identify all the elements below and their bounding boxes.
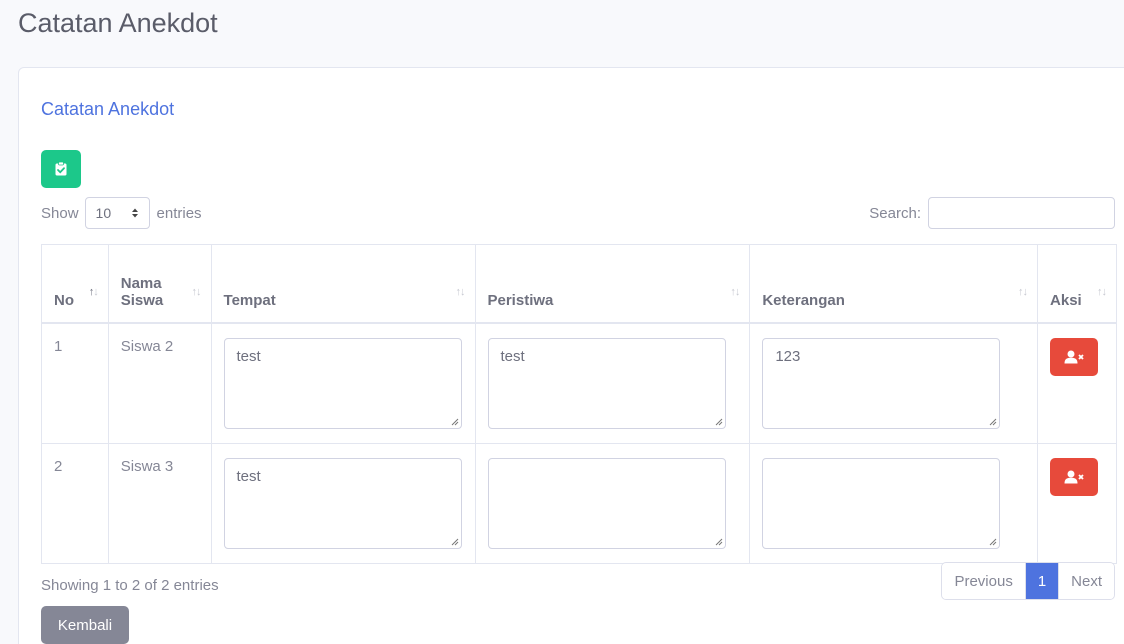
column-header-no[interactable]: No ↑↓	[41, 244, 109, 324]
user-times-icon	[1064, 470, 1084, 483]
peristiwa-textarea[interactable]: test	[487, 337, 726, 429]
tempat-value: test	[236, 347, 261, 365]
peristiwa-value: test	[500, 347, 525, 365]
user-times-icon	[1064, 350, 1084, 363]
delete-button[interactable]	[1050, 337, 1099, 376]
pagination-next[interactable]: Next	[1058, 563, 1114, 599]
keterangan-value: 123	[775, 347, 801, 365]
header-label-no: No	[54, 291, 74, 309]
cell-tempat: test	[210, 442, 476, 564]
pagination: Previous 1 Next	[941, 562, 1115, 600]
resize-grip-icon[interactable]	[451, 538, 459, 546]
cell-aksi	[1037, 322, 1117, 444]
card-title: Catatan Anekdot	[41, 99, 175, 119]
entries-select[interactable]: 10	[84, 197, 150, 229]
anekdot-card: Catatan Anekdot Show 10 entries Search:	[18, 67, 1124, 644]
back-button[interactable]: Kembali	[41, 606, 129, 644]
pagination-previous[interactable]: Previous	[942, 563, 1026, 599]
table-info: Showing 1 to 2 of 2 entries	[41, 577, 219, 594]
tempat-textarea[interactable]: test	[223, 457, 462, 549]
entries-length-control: Show 10 entries	[41, 197, 202, 229]
sort-icon: ↑↓	[191, 285, 202, 298]
cell-keterangan: 123	[749, 322, 1039, 444]
clipboard-check-icon	[55, 162, 67, 176]
cell-aksi	[1037, 442, 1117, 564]
column-header-aksi[interactable]: Aksi ↑↓	[1037, 244, 1117, 324]
keterangan-textarea[interactable]	[762, 457, 1001, 549]
sort-icon: ↑↓	[1018, 285, 1028, 298]
delete-button[interactable]	[1050, 457, 1099, 496]
resize-grip-icon[interactable]	[989, 538, 997, 546]
resize-grip-icon[interactable]	[989, 418, 997, 426]
header-label-aksi: Aksi	[1050, 291, 1082, 309]
search-input[interactable]	[928, 197, 1115, 229]
cell-nama: Siswa 2	[107, 322, 212, 444]
header-label-keterangan: Keterangan	[762, 291, 845, 309]
cell-keterangan	[749, 442, 1039, 564]
header-label-peristiwa: Peristiwa	[487, 291, 554, 309]
resize-grip-icon[interactable]	[451, 418, 459, 426]
page-title: Catatan Anekdot	[18, 8, 218, 38]
header-label-nama: Nama Siswa	[120, 274, 164, 309]
pagination-page-1[interactable]: 1	[1025, 563, 1059, 599]
cell-no: 2	[41, 442, 109, 564]
search-control: Search:	[869, 197, 1115, 229]
cell-peristiwa	[474, 442, 751, 564]
tempat-textarea[interactable]: test	[223, 337, 462, 429]
column-header-peristiwa[interactable]: Peristiwa ↑↓	[474, 244, 751, 324]
table-row: 1 Siswa 2 test test 123	[41, 322, 1117, 444]
tempat-value: test	[236, 467, 261, 485]
header-label-tempat: Tempat	[223, 291, 276, 309]
resize-grip-icon[interactable]	[715, 418, 723, 426]
anekdot-table: No ↑↓ Nama Siswa ↑↓ Tempat ↑↓ Peristiwa …	[41, 244, 1117, 564]
sort-asc-icon: ↑↓	[88, 285, 99, 298]
resize-grip-icon[interactable]	[715, 538, 723, 546]
cell-nama: Siswa 3	[107, 442, 212, 564]
select-arrows-icon	[131, 208, 138, 218]
add-note-button[interactable]	[41, 150, 81, 188]
column-header-nama[interactable]: Nama Siswa ↑↓	[107, 244, 212, 324]
cell-peristiwa: test	[474, 322, 751, 444]
sort-icon: ↑↓	[730, 285, 740, 298]
search-label: Search:	[869, 204, 921, 222]
table-row: 2 Siswa 3 test	[41, 442, 1117, 564]
entries-label: entries	[156, 204, 202, 222]
column-header-keterangan[interactable]: Keterangan ↑↓	[749, 244, 1039, 324]
sort-icon: ↑↓	[455, 285, 466, 298]
keterangan-textarea[interactable]: 123	[762, 337, 1001, 429]
entries-select-value: 10	[95, 205, 112, 221]
cell-no: 1	[41, 322, 109, 444]
cell-tempat: test	[210, 322, 476, 444]
peristiwa-textarea[interactable]	[487, 457, 726, 549]
column-header-tempat[interactable]: Tempat ↑↓	[210, 244, 476, 324]
sort-icon: ↑↓	[1097, 285, 1107, 298]
show-label: Show	[41, 204, 79, 222]
